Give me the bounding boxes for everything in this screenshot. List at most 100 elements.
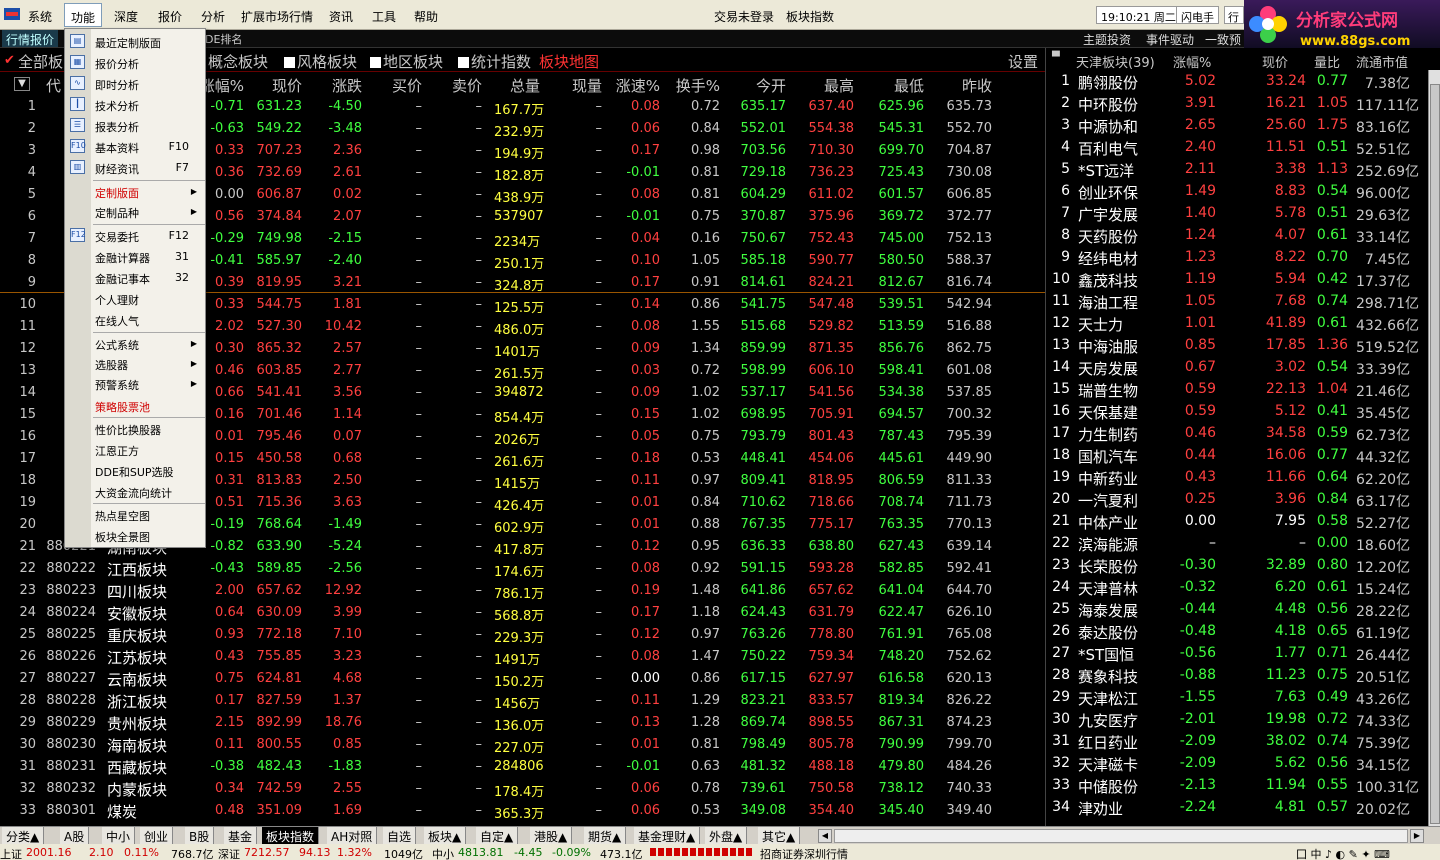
checkbox-icon[interactable] bbox=[284, 57, 295, 68]
list-item[interactable]: 24 天津普林 -0.32 6.20 0.61 15.24亿 bbox=[1046, 576, 1431, 598]
menu-item[interactable]: 板块全景图 bbox=[95, 529, 203, 547]
col-r-market-cap[interactable]: 流通市值 bbox=[1356, 52, 1408, 71]
list-item[interactable]: 4 百利电气 2.40 11.51 0.51 52.51亿 bbox=[1046, 136, 1431, 158]
list-item[interactable]: 10 鑫茂科技 1.19 5.94 0.42 17.37亿 bbox=[1046, 268, 1431, 290]
menu-item[interactable]: 报价分析 bbox=[95, 56, 203, 74]
tab-event-driven[interactable]: 事件驱动 bbox=[1146, 31, 1194, 48]
table-row[interactable]: 32 880232 内蒙板块 0.34 742.59 2.55– –178.4万 –0.06 0… bbox=[0, 778, 1045, 800]
menu-item[interactable]: 公式系统 ▶ bbox=[95, 337, 203, 355]
list-item[interactable]: 2 中环股份 3.91 16.21 1.05 117.11亿 bbox=[1046, 92, 1431, 114]
filter-region[interactable]: 地区板块 bbox=[370, 51, 443, 72]
list-item[interactable]: 28 赛象科技 -0.88 11.23 0.75 20.51亿 bbox=[1046, 664, 1431, 686]
trade-button[interactable]: 行 bbox=[1224, 6, 1244, 24]
col-price[interactable]: 现价 bbox=[252, 75, 302, 96]
table-row[interactable]: 31 880231 西藏板块 -0.38 482.43 -1.83– –284806– -0.… bbox=[0, 756, 1045, 778]
col-bid[interactable]: 买价 bbox=[378, 75, 422, 96]
table-row[interactable]: 25 880225 重庆板块 0.93 772.18 7.10– –229.3万 –0.12 0… bbox=[0, 624, 1045, 646]
col-r-vol-ratio[interactable]: 量比 bbox=[1314, 52, 1340, 71]
category-tab[interactable]: 创业 bbox=[140, 827, 174, 845]
menu-item[interactable]: 定制品种 ▶ bbox=[95, 205, 203, 223]
category-tab[interactable]: B股 bbox=[185, 827, 215, 845]
category-tab[interactable]: 分类▲ bbox=[2, 827, 45, 845]
col-cur-volume[interactable]: 现量 bbox=[556, 75, 602, 96]
list-item[interactable]: 8 天药股份 1.24 4.07 0.61 33.14亿 bbox=[1046, 224, 1431, 246]
list-item[interactable]: 14 天房发展 0.67 3.02 0.54 33.39亿 bbox=[1046, 356, 1431, 378]
list-item[interactable]: 13 中海油服 0.85 17.85 1.36 519.52亿 bbox=[1046, 334, 1431, 356]
category-tab[interactable]: 自选 bbox=[383, 827, 417, 845]
list-item[interactable]: 5 *ST远洋 2.11 3.38 1.13 252.69亿 bbox=[1046, 158, 1431, 180]
list-item[interactable]: 33 中储股份 -2.13 11.94 0.55 100.31亿 bbox=[1046, 774, 1431, 796]
list-item[interactable]: 31 红日药业 -2.09 38.02 0.74 75.39亿 bbox=[1046, 730, 1431, 752]
input-method-icon[interactable]: 囗 中 ♪ ◐ ✎ ✦ ⌨ bbox=[1296, 846, 1390, 860]
category-tab[interactable]: 中小 bbox=[102, 827, 136, 845]
filter-stats[interactable]: 统计指数 bbox=[458, 51, 531, 72]
category-tab[interactable]: 自定▲ bbox=[476, 827, 519, 845]
list-item[interactable]: 30 九安医疗 -2.01 19.98 0.72 74.33亿 bbox=[1046, 708, 1431, 730]
list-item[interactable]: 7 广宇发展 1.40 5.78 0.51 29.63亿 bbox=[1046, 202, 1431, 224]
category-tab[interactable]: 基金 bbox=[224, 827, 258, 845]
tab-theme-invest[interactable]: 主题投资 bbox=[1083, 31, 1131, 48]
col-open[interactable]: 今开 bbox=[738, 75, 786, 96]
horizontal-scrollbar[interactable] bbox=[834, 829, 1408, 843]
list-item[interactable]: 16 天保基建 0.59 5.12 0.41 35.45亿 bbox=[1046, 400, 1431, 422]
col-prev-close[interactable]: 昨收 bbox=[944, 75, 992, 96]
menu-item[interactable]: 金融记事本 32 bbox=[95, 271, 203, 289]
list-item[interactable]: 17 力生制药 0.46 34.58 0.59 62.73亿 bbox=[1046, 422, 1431, 444]
panel-scrollbar[interactable] bbox=[1428, 70, 1440, 826]
list-item[interactable]: 3 中源协和 2.65 25.60 1.75 83.16亿 bbox=[1046, 114, 1431, 136]
list-item[interactable]: 1 鹏翎股份 5.02 33.24 0.77 7.38亿 bbox=[1046, 70, 1431, 92]
menu-item[interactable]: 策略股票池 bbox=[95, 399, 203, 417]
tab-dde-ranking[interactable]: DE排名 bbox=[205, 31, 242, 47]
list-item[interactable]: 6 创业环保 1.49 8.83 0.54 96.00亿 bbox=[1046, 180, 1431, 202]
filter-all-sectors[interactable]: 全部板 bbox=[18, 51, 63, 72]
col-ask[interactable]: 卖价 bbox=[438, 75, 482, 96]
list-item[interactable]: 9 经纬电材 1.23 8.22 0.70 7.45亿 bbox=[1046, 246, 1431, 268]
menu-item[interactable]: 选股器 ▶ bbox=[95, 357, 203, 375]
scroll-thumb[interactable] bbox=[1430, 84, 1440, 824]
menu-item[interactable]: 性价比换股器 bbox=[95, 422, 203, 440]
sort-toggle-icon[interactable]: ▼ bbox=[14, 77, 30, 91]
menu-news[interactable]: 资讯 bbox=[329, 8, 353, 25]
col-r-price[interactable]: 现价 bbox=[1262, 52, 1288, 71]
scroll-left-icon[interactable]: ◀ bbox=[818, 829, 832, 843]
list-item[interactable]: 34 津劝业 -2.24 4.81 0.57 20.02亿 bbox=[1046, 796, 1431, 818]
menu-item[interactable]: 在线人气 bbox=[95, 313, 203, 331]
menu-item[interactable]: 财经资讯 F7 bbox=[95, 161, 203, 179]
checkbox-icon[interactable] bbox=[458, 57, 469, 68]
menu-item[interactable]: 预警系统 ▶ bbox=[95, 377, 203, 395]
menu-item[interactable]: 热点星空图 bbox=[95, 508, 203, 526]
menu-item[interactable]: 大资金流向统计 bbox=[95, 485, 203, 503]
col-low[interactable]: 最低 bbox=[876, 75, 924, 96]
panel-pin-icon[interactable]: ▀ bbox=[1052, 52, 1060, 63]
col-diff[interactable]: 涨跌 bbox=[318, 75, 362, 96]
menu-item[interactable]: 金融计算器 31 bbox=[95, 250, 203, 268]
menu-tools[interactable]: 工具 bbox=[372, 8, 396, 25]
category-tab[interactable]: A股 bbox=[60, 827, 90, 845]
table-row[interactable]: 33 880301 煤炭 0.48 351.09 1.69– –365.3万 –0.06 0.5… bbox=[0, 800, 1045, 822]
col-high[interactable]: 最高 bbox=[806, 75, 854, 96]
menu-item[interactable]: 交易委托 F12 bbox=[95, 229, 203, 247]
category-tab[interactable]: 其它▲ bbox=[758, 827, 801, 845]
list-item[interactable]: 20 一汽夏利 0.25 3.96 0.84 63.17亿 bbox=[1046, 488, 1431, 510]
list-item[interactable]: 19 中新药业 0.43 11.66 0.64 62.20亿 bbox=[1046, 466, 1431, 488]
table-row[interactable]: 26 880226 江苏板块 0.43 755.85 3.23– –1491万 –0.08 1.… bbox=[0, 646, 1045, 668]
tab-consensus[interactable]: 一致预 bbox=[1205, 31, 1241, 48]
list-item[interactable]: 29 天津松江 -1.55 7.63 0.49 43.26亿 bbox=[1046, 686, 1431, 708]
list-item[interactable]: 21 中体产业 0.00 7.95 0.58 52.27亿 bbox=[1046, 510, 1431, 532]
list-item[interactable]: 11 海油工程 1.05 7.68 0.74 298.71亿 bbox=[1046, 290, 1431, 312]
filter-style[interactable]: 风格板块 bbox=[284, 51, 357, 72]
menu-item[interactable]: 技术分析 bbox=[95, 98, 203, 116]
scroll-right-icon[interactable]: ▶ bbox=[1410, 829, 1424, 843]
list-item[interactable]: 22 滨海能源 – –0.00 18.60亿 bbox=[1046, 532, 1431, 554]
menu-item[interactable]: 个人理财 bbox=[95, 292, 203, 310]
list-item[interactable]: 12 天士力 1.01 41.89 0.61 432.66亿 bbox=[1046, 312, 1431, 334]
list-item[interactable]: 15 瑞普生物 0.59 22.13 1.04 21.46亿 bbox=[1046, 378, 1431, 400]
table-row[interactable]: 24 880224 安徽板块 0.64 630.09 3.99– –568.8万 –0.17 1… bbox=[0, 602, 1045, 624]
menu-analysis[interactable]: 分析 bbox=[201, 8, 225, 25]
table-row[interactable]: 23 880223 四川板块 2.00 657.62 12.92– –786.1万 –0.19… bbox=[0, 580, 1045, 602]
col-turnover[interactable]: 换手% bbox=[666, 75, 720, 96]
menu-depth[interactable]: 深度 bbox=[114, 8, 138, 25]
table-row[interactable]: 30 880230 海南板块 0.11 800.55 0.85– –227.0万 –0.01 0… bbox=[0, 734, 1045, 756]
menu-item[interactable]: 最近定制版面 bbox=[95, 35, 203, 53]
list-item[interactable]: 32 天津磁卡 -2.09 5.62 0.56 34.15亿 bbox=[1046, 752, 1431, 774]
